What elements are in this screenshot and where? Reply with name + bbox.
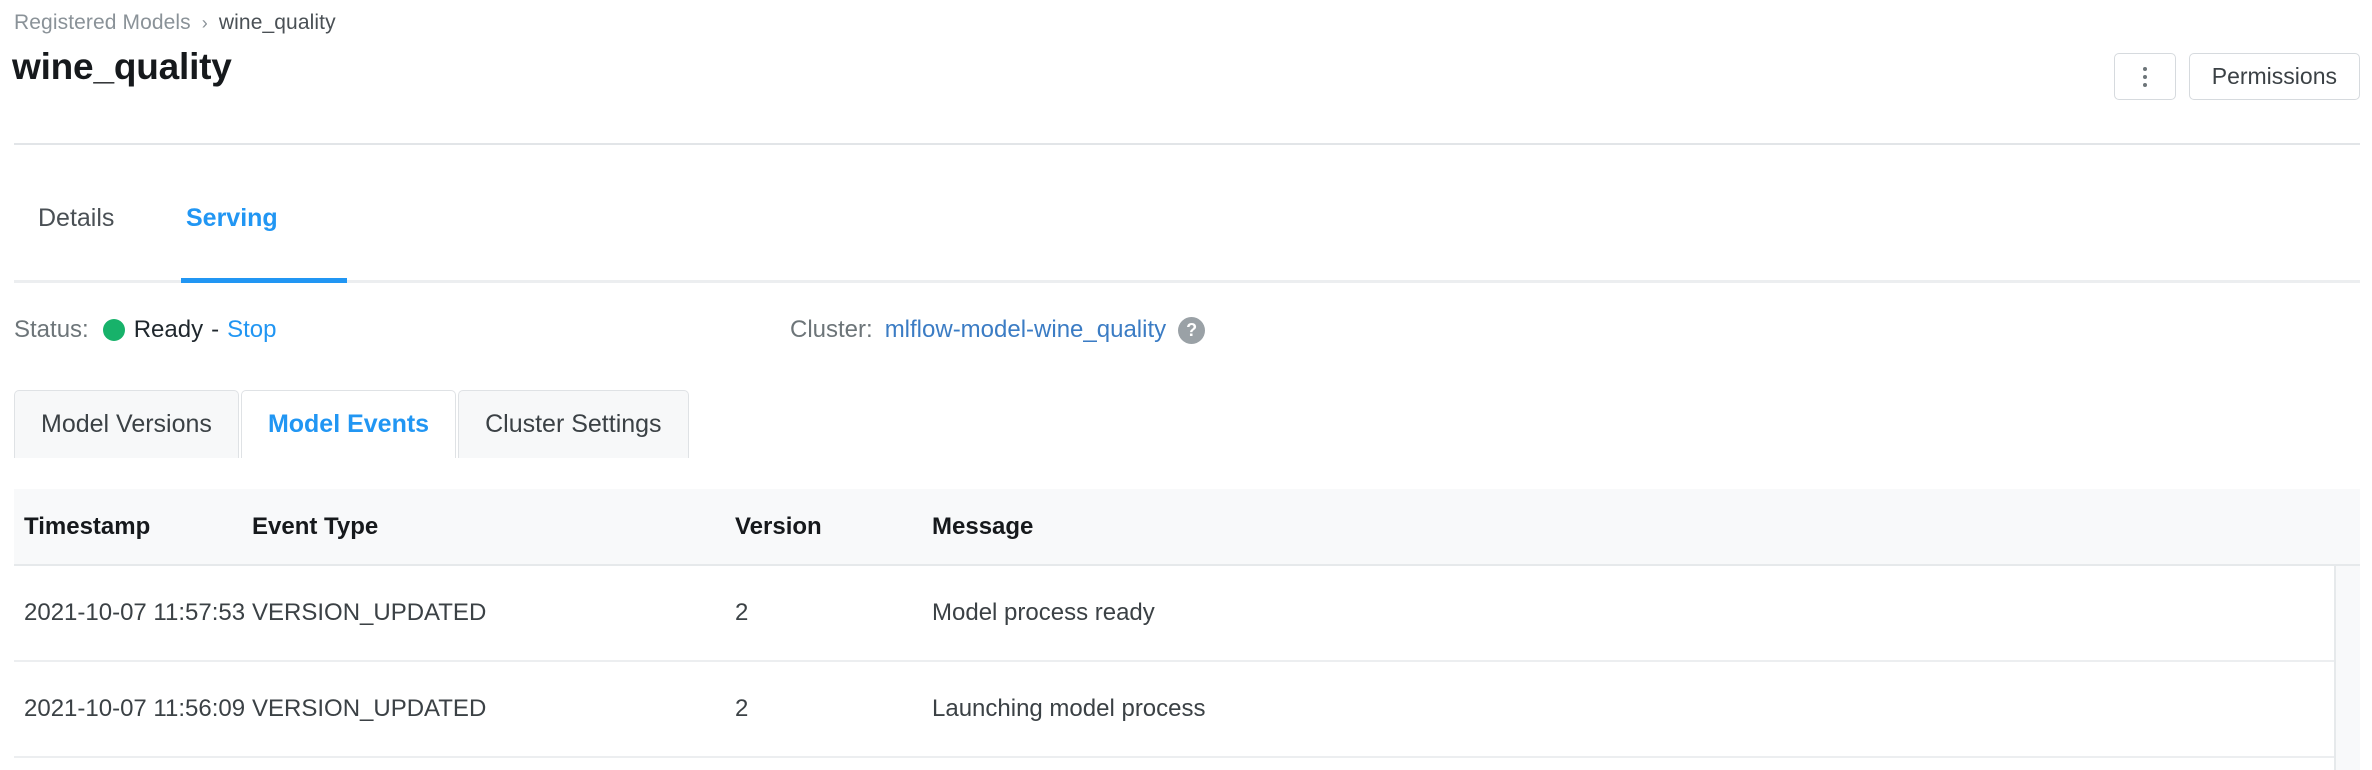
- status-label: Status:: [14, 316, 89, 344]
- column-header-message[interactable]: Message: [932, 513, 1033, 541]
- help-circle-icon[interactable]: ?: [1178, 317, 1205, 344]
- cluster-link[interactable]: mlflow-model-wine_quality: [885, 316, 1166, 344]
- page-header: wine_quality Permissions: [0, 44, 2372, 106]
- cell-version: 2: [735, 695, 748, 723]
- header-divider: [14, 143, 2360, 145]
- status-value: Ready: [134, 316, 203, 344]
- column-header-version[interactable]: Version: [735, 513, 822, 541]
- cell-event-type: VERSION_UPDATED: [252, 695, 486, 723]
- subtab-model-events[interactable]: Model Events: [241, 390, 456, 458]
- table-body: 2021-10-07 11:57:53 VERSION_UPDATED 2 Mo…: [14, 566, 2360, 758]
- cell-version: 2: [735, 599, 748, 627]
- cell-event-type: VERSION_UPDATED: [252, 599, 486, 627]
- kebab-menu-icon: [2143, 67, 2147, 87]
- subtab-model-versions[interactable]: Model Versions: [14, 390, 239, 458]
- breadcrumb: Registered Models › wine_quality: [14, 6, 336, 40]
- main-tabs: Details Serving: [14, 200, 2360, 283]
- cell-timestamp: 2021-10-07 11:57:53: [24, 599, 245, 627]
- main-tabs-baseline: [14, 280, 2360, 283]
- serving-sub-tabs: Model Versions Model Events Cluster Sett…: [14, 388, 689, 458]
- breadcrumb-current: wine_quality: [219, 11, 336, 35]
- table-row[interactable]: 2021-10-07 11:57:53 VERSION_UPDATED 2 Mo…: [14, 566, 2360, 662]
- serving-status: Status: Ready - Stop: [14, 312, 276, 348]
- breadcrumb-chevron-right-icon: ›: [202, 14, 208, 32]
- stop-serving-link[interactable]: Stop: [227, 316, 276, 344]
- breadcrumb-link-registered-models[interactable]: Registered Models: [14, 11, 191, 35]
- permissions-button[interactable]: Permissions: [2189, 53, 2360, 100]
- header-actions: Permissions: [2114, 53, 2360, 100]
- tab-serving[interactable]: Serving: [180, 200, 284, 283]
- status-separator: -: [211, 316, 219, 344]
- table-vertical-scrollbar[interactable]: [2334, 566, 2360, 770]
- tab-details[interactable]: Details: [32, 200, 120, 283]
- cell-message: Launching model process: [932, 695, 1206, 723]
- tab-serving-active-indicator: [181, 278, 347, 283]
- cell-message: Model process ready: [932, 599, 1155, 627]
- table-row[interactable]: 2021-10-07 11:56:09 VERSION_UPDATED 2 La…: [14, 662, 2360, 758]
- status-indicator-dot-icon: [103, 319, 125, 341]
- page-title: wine_quality: [12, 44, 232, 90]
- cell-timestamp: 2021-10-07 11:56:09: [24, 695, 245, 723]
- overflow-menu-button[interactable]: [2114, 53, 2176, 100]
- column-header-event-type[interactable]: Event Type: [252, 513, 378, 541]
- cluster-label: Cluster:: [790, 316, 873, 344]
- subtab-cluster-settings[interactable]: Cluster Settings: [458, 390, 688, 458]
- serving-cluster: Cluster: mlflow-model-wine_quality ?: [790, 312, 1205, 348]
- table-header-row: Timestamp Event Type Version Message: [14, 489, 2360, 566]
- column-header-timestamp[interactable]: Timestamp: [24, 513, 150, 541]
- model-events-table: Timestamp Event Type Version Message 202…: [14, 489, 2360, 770]
